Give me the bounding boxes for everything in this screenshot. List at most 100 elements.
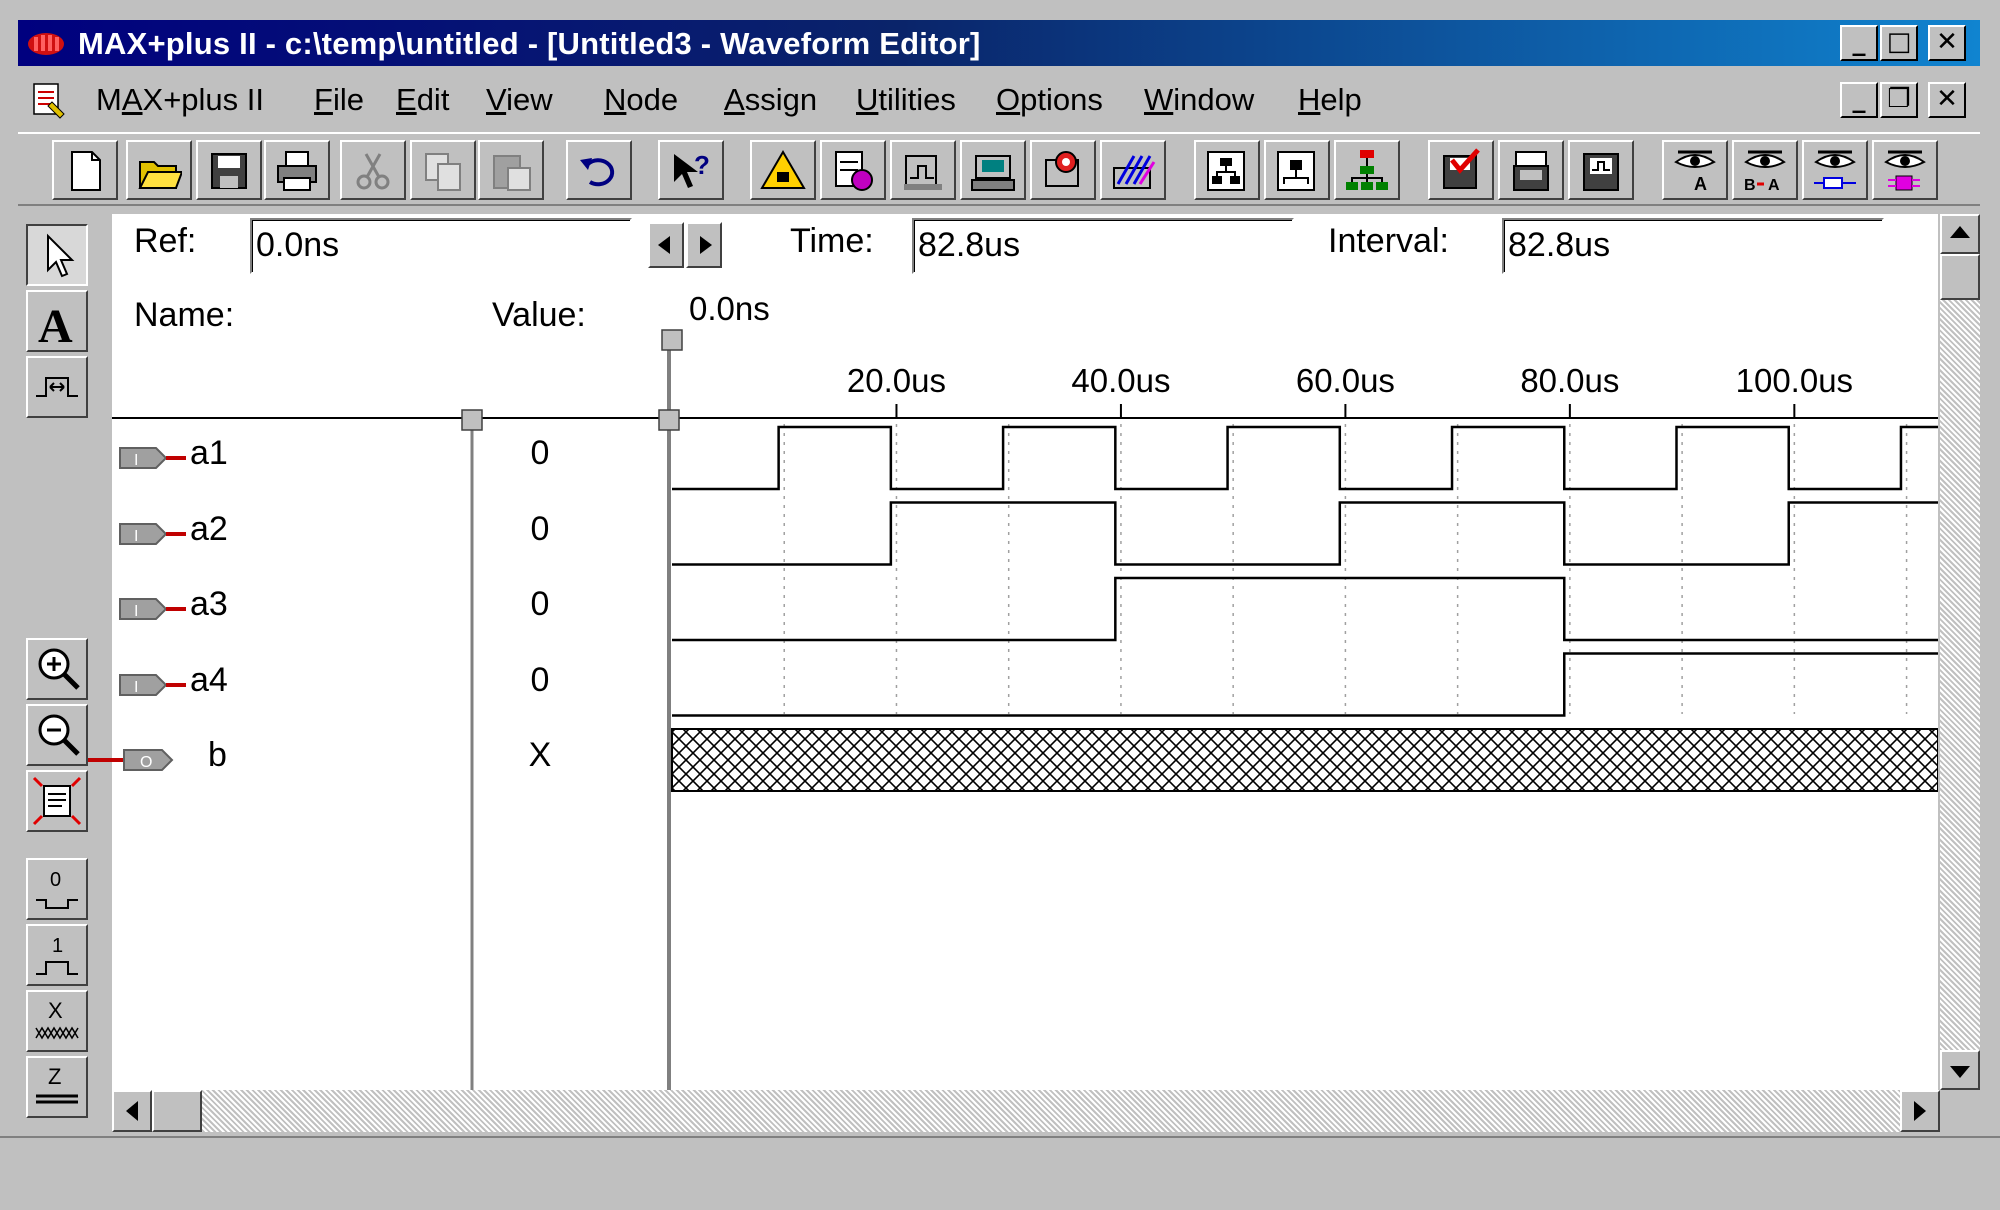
minimize-button[interactable]: _ bbox=[1840, 25, 1878, 61]
svg-text:?: ? bbox=[694, 150, 710, 180]
scroll-right-button[interactable] bbox=[1900, 1090, 1940, 1132]
menu-window[interactable]: Window bbox=[1144, 82, 1254, 118]
fit-window-icon bbox=[32, 776, 82, 826]
undo-icon bbox=[580, 158, 615, 187]
save-icon bbox=[211, 153, 247, 189]
waveform-edit-icon bbox=[36, 377, 78, 397]
title-bar[interactable]: MAX+plus II - c:\temp\untitled - [Untitl… bbox=[18, 20, 1980, 66]
scroll-up-button[interactable] bbox=[1940, 214, 1980, 254]
waveform-a3[interactable] bbox=[672, 576, 1938, 642]
save-check-button[interactable] bbox=[1428, 140, 1494, 200]
cut-button[interactable] bbox=[340, 140, 406, 200]
text-tool-icon: A bbox=[38, 300, 73, 346]
timing-analyzer-button[interactable] bbox=[890, 140, 956, 200]
arrow-down-icon bbox=[1950, 1066, 1970, 1078]
maximize-button[interactable]: □ bbox=[1880, 25, 1918, 61]
message-processor-button[interactable] bbox=[1030, 140, 1096, 200]
menu-edit[interactable]: Edit bbox=[396, 82, 449, 118]
paste-icon bbox=[493, 155, 531, 191]
svg-text:B: B bbox=[1744, 177, 1756, 192]
copy-icon bbox=[425, 153, 461, 191]
arrow-up-icon bbox=[1950, 226, 1970, 238]
paste-button[interactable] bbox=[478, 140, 544, 200]
save-simulate-button[interactable] bbox=[1568, 140, 1634, 200]
time-tick-label: 20.0us bbox=[847, 362, 946, 399]
scroll-down-button[interactable] bbox=[1940, 1050, 1980, 1090]
menu-view[interactable]: View bbox=[486, 82, 553, 118]
context-help-icon: ? bbox=[674, 150, 710, 188]
print-button[interactable] bbox=[264, 140, 330, 200]
vertical-scroll-thumb[interactable] bbox=[1940, 254, 1980, 300]
selection-tool-icon bbox=[47, 233, 75, 278]
arrow-right-icon bbox=[1914, 1101, 1926, 1121]
context-help-button[interactable]: ? bbox=[658, 140, 724, 200]
waveform-edit-button[interactable] bbox=[26, 356, 88, 418]
horizontal-scroll-thumb[interactable] bbox=[152, 1090, 202, 1132]
menu-help[interactable]: Help bbox=[1298, 82, 1362, 118]
copy-button[interactable] bbox=[410, 140, 476, 200]
floorplan-icon bbox=[1113, 155, 1156, 189]
wave-splitter-handle[interactable] bbox=[658, 409, 680, 431]
menu-assign[interactable]: Assign bbox=[724, 82, 817, 118]
text-tool-button[interactable]: A bbox=[26, 290, 88, 352]
menu-file[interactable]: File bbox=[314, 82, 364, 118]
menu-options[interactable]: Options bbox=[996, 82, 1103, 118]
hierarchy-button[interactable] bbox=[1194, 140, 1260, 200]
find-node-pin-button[interactable] bbox=[1802, 140, 1868, 200]
menu-node[interactable]: Node bbox=[604, 82, 678, 118]
waveform-area[interactable]: 20.0us 40.0us 60.0us 80.0us 100.0us 0.0ns bbox=[112, 214, 1938, 1090]
set-zero-icon: 0 bbox=[36, 869, 78, 909]
save-button[interactable] bbox=[196, 140, 262, 200]
find-node-ba-button[interactable]: BA bbox=[1732, 140, 1798, 200]
save-check-icon bbox=[1443, 148, 1480, 189]
child-restore-button[interactable]: ❐ bbox=[1880, 82, 1918, 118]
find-node-ba-icon: BA bbox=[1744, 150, 1786, 192]
set-z-button[interactable]: Z bbox=[26, 1056, 88, 1118]
find-node-pin-icon bbox=[1814, 150, 1856, 189]
floorplan-button[interactable] bbox=[1100, 140, 1166, 200]
new-file-button[interactable] bbox=[52, 140, 118, 200]
save-simulate-icon bbox=[1583, 153, 1619, 191]
find-node-buried-button[interactable] bbox=[1872, 140, 1938, 200]
find-node-buried-icon bbox=[1884, 150, 1926, 191]
programmer-button[interactable] bbox=[960, 140, 1026, 200]
waveform-a1[interactable] bbox=[672, 425, 1938, 491]
set-x-button[interactable]: X bbox=[26, 990, 88, 1052]
find-node-button[interactable]: A bbox=[1662, 140, 1728, 200]
waveform-unknown[interactable] bbox=[671, 728, 1938, 792]
open-folder-button[interactable] bbox=[126, 140, 192, 200]
ref-cursor-handle[interactable] bbox=[661, 329, 683, 351]
timing-analyzer-icon bbox=[904, 155, 942, 190]
menu-utilities[interactable]: Utilities bbox=[856, 82, 956, 118]
design-tree-button[interactable] bbox=[1334, 140, 1400, 200]
save-compile-icon bbox=[1513, 151, 1549, 191]
maxplus-app-icon bbox=[28, 33, 64, 55]
waveform-a4[interactable] bbox=[672, 652, 1938, 717]
fit-window-button[interactable] bbox=[26, 770, 88, 832]
waveform-a2[interactable] bbox=[672, 501, 1938, 566]
ref-cursor-label: 0.0ns bbox=[689, 290, 770, 327]
vertical-scrollbar[interactable] bbox=[1940, 214, 1980, 1090]
horizontal-scrollbar[interactable] bbox=[112, 1090, 1940, 1132]
compiler-button[interactable] bbox=[750, 140, 816, 200]
name-splitter-handle[interactable] bbox=[461, 409, 483, 431]
set-one-button[interactable]: 1 bbox=[26, 924, 88, 986]
toolbar: ? A B A bbox=[18, 132, 1980, 206]
find-node-icon: A bbox=[1674, 150, 1716, 192]
main-window: MAX+plus II - c:\temp\untitled - [Untitl… bbox=[0, 0, 2000, 1210]
selection-tool-button[interactable] bbox=[26, 224, 88, 286]
design-tree-icon bbox=[1346, 150, 1388, 190]
menu-max-plus-ii[interactable]: MAX+plus II bbox=[96, 82, 264, 118]
top-level-button[interactable] bbox=[1264, 140, 1330, 200]
time-tick-label: 100.0us bbox=[1736, 362, 1853, 399]
scroll-left-button[interactable] bbox=[112, 1090, 152, 1132]
child-close-button[interactable]: ✕ bbox=[1928, 82, 1966, 118]
undo-button[interactable] bbox=[566, 140, 632, 200]
set-zero-button[interactable]: 0 bbox=[26, 858, 88, 920]
simulator-button[interactable] bbox=[820, 140, 886, 200]
child-minimize-button[interactable]: _ bbox=[1840, 82, 1878, 118]
save-compile-button[interactable] bbox=[1498, 140, 1564, 200]
zoom-in-button[interactable] bbox=[26, 638, 88, 700]
close-button[interactable]: ✕ bbox=[1928, 25, 1966, 61]
zoom-out-button[interactable] bbox=[26, 704, 88, 766]
